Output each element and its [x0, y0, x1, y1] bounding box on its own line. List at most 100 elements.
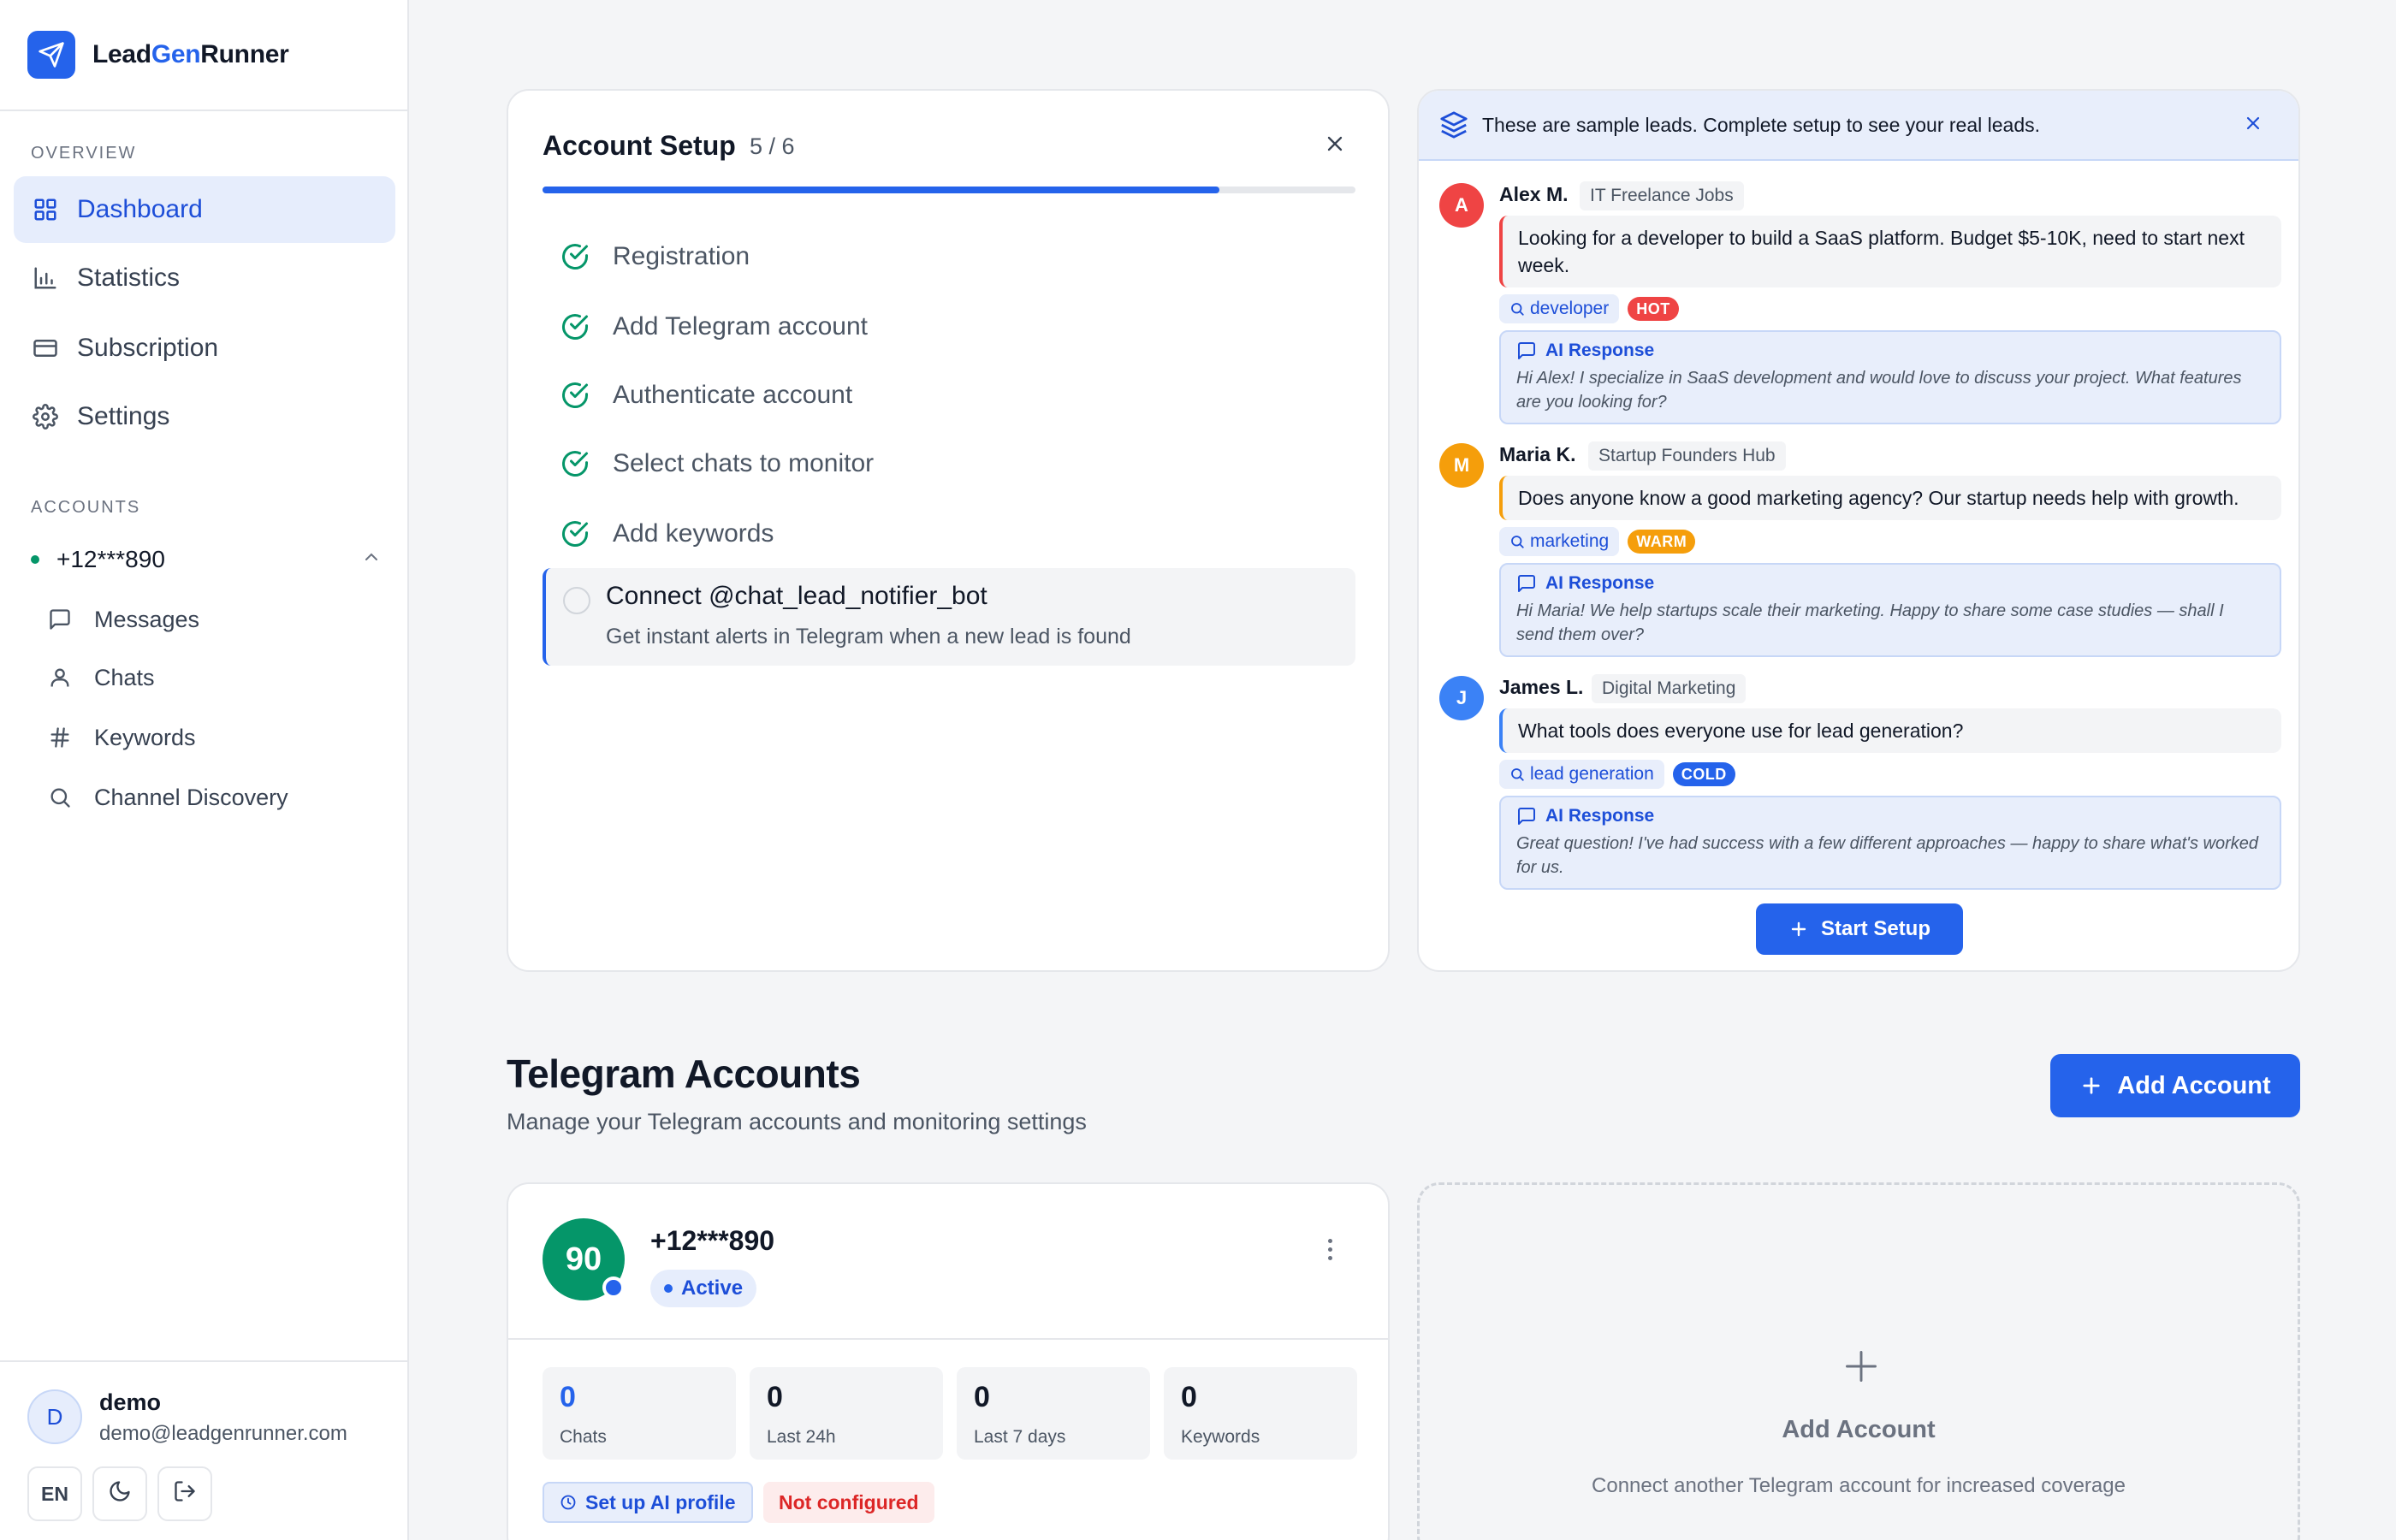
brand-name: LeadGenRunner [92, 40, 289, 68]
setup-progress-fill [543, 187, 1220, 193]
stat-chats: 0 Chats [543, 1367, 736, 1460]
setup-step: Registration [560, 231, 750, 282]
start-setup-label: Start Setup [1820, 917, 1930, 940]
nav-subscription[interactable]: Subscription [14, 315, 395, 382]
lead-message: Does anyone know a good marketing agency… [1499, 476, 2281, 520]
nav-label: Dashboard [77, 195, 203, 223]
ai-response-label: AI Response [1545, 341, 1655, 360]
credit-card-icon [31, 334, 60, 363]
theme-toggle-button[interactable] [92, 1466, 147, 1521]
setup-step-active[interactable]: Connect @chat_lead_notifier_bot Get inst… [543, 568, 1355, 666]
send-icon [27, 31, 75, 79]
status-dot [602, 1276, 625, 1299]
keyword-tag: developer [1499, 294, 1620, 323]
stat-label: Last 7 days [974, 1427, 1066, 1447]
avatar[interactable]: D [27, 1389, 82, 1444]
layers-icon [1440, 111, 1468, 139]
nav-statistics[interactable]: Statistics [14, 245, 395, 311]
close-banner-button[interactable] [2240, 113, 2266, 139]
start-setup-button[interactable]: Start Setup [1756, 903, 1963, 955]
ai-response-text: Hi Maria! We help startups scale their m… [1516, 601, 2224, 644]
section-title: Telegram Accounts [507, 1051, 861, 1096]
check-circle-icon [562, 244, 588, 270]
user-email: demo@leadgenrunner.com [99, 1422, 347, 1445]
telegram-account-card: 90 +12***890 Active 0 Chats 0 Last 24h 0… [507, 1182, 1390, 1540]
message-icon [46, 606, 74, 633]
ai-response: AI Response Hi Alex! I specialize in Saa… [1499, 330, 2281, 424]
ai-response-label: AI Response [1545, 573, 1655, 593]
sidebar-item-label: Chats [94, 664, 155, 690]
stat-label: Chats [560, 1427, 607, 1447]
setup-title: Account Setup [543, 130, 736, 161]
status-dot [664, 1284, 673, 1293]
keyword-tag: lead generation [1499, 760, 1664, 789]
search-icon [1511, 536, 1524, 548]
avatar: A [1439, 183, 1484, 228]
empty-circle-icon [563, 587, 590, 614]
setup-count: 5 / 6 [750, 133, 795, 159]
nav-settings[interactable]: Settings [14, 383, 395, 450]
lead-name: James L. [1499, 676, 1584, 698]
temperature-badge: COLD [1672, 762, 1735, 786]
lead-channel: Startup Founders Hub [1588, 441, 1786, 471]
check-circle-icon [562, 314, 588, 340]
gear-icon [31, 402, 60, 431]
stat-value: 0 [974, 1381, 990, 1413]
check-circle-icon [562, 451, 588, 477]
add-account-button[interactable]: Add Account [2050, 1054, 2300, 1117]
stat-last-7-days: 0 Last 7 days [957, 1367, 1150, 1460]
sidebar-item-messages[interactable]: Messages [46, 595, 199, 643]
brand[interactable]: LeadGenRunner [0, 0, 407, 111]
more-menu-icon[interactable] [1321, 1232, 1338, 1266]
ai-response: AI Response Hi Maria! We help startups s… [1499, 563, 2281, 657]
sidebar-account-phone: +12***890 [56, 546, 165, 572]
accounts-label: ACCOUNTS [31, 498, 141, 517]
nav-dashboard[interactable]: Dashboard [14, 176, 395, 243]
nav-label: Subscription [77, 334, 219, 362]
setup-progress [543, 187, 1355, 193]
clock-icon [560, 1495, 576, 1510]
close-setup-button[interactable] [1321, 132, 1349, 159]
keyword-text: developer [1530, 299, 1610, 318]
setup-step: Authenticate account [560, 370, 852, 421]
avatar: J [1439, 676, 1484, 720]
ai-profile-status-badge: Not configured [763, 1482, 934, 1523]
logout-icon [173, 1479, 197, 1508]
add-account-card[interactable]: Add Account Connect another Telegram acc… [1417, 1182, 2300, 1540]
avatar: M [1439, 443, 1484, 488]
logout-button[interactable] [157, 1466, 212, 1521]
stat-label: Last 24h [767, 1427, 836, 1447]
online-dot [31, 555, 39, 564]
lead-tags: developer HOT [1499, 294, 1679, 323]
user-name: demo [99, 1389, 162, 1415]
plus-icon [1791, 921, 1806, 937]
lead-channel: Digital Marketing [1592, 674, 1747, 703]
setup-step: Select chats to monitor [560, 438, 874, 489]
ai-response-header: AI Response [1516, 573, 2264, 594]
lead-name: Alex M. [1499, 183, 1569, 205]
sidebar-account-toggle[interactable]: +12***890 [31, 541, 382, 578]
setup-step-label: Registration [613, 242, 750, 270]
setup-step: Add Telegram account [560, 301, 868, 352]
stat-last-24h: 0 Last 24h [750, 1367, 943, 1460]
banner-text: These are sample leads. Complete setup t… [1482, 113, 2041, 136]
sidebar-item-channel-discovery[interactable]: Channel Discovery [46, 773, 288, 821]
ai-response-text: Hi Alex! I specialize in SaaS developmen… [1516, 369, 2242, 412]
sidebar-item-keywords[interactable]: Keywords [46, 714, 196, 761]
setup-ai-profile-button[interactable]: Set up AI profile [543, 1482, 753, 1523]
stat-value: 0 [560, 1381, 576, 1413]
nav-label: Settings [77, 402, 170, 430]
close-icon [2243, 113, 2263, 139]
message-icon [1518, 342, 1535, 359]
add-account-card-title: Add Account [1782, 1416, 1936, 1443]
setup-step: Add keywords [560, 508, 774, 560]
stat-value: 0 [767, 1381, 783, 1413]
message-icon [1518, 575, 1535, 592]
sample-leads-card: These are sample leads. Complete setup t… [1417, 89, 2300, 972]
language-button[interactable]: EN [27, 1466, 82, 1521]
check-circle-icon [562, 382, 588, 408]
sidebar-item-chats[interactable]: Chats [46, 654, 155, 702]
check-circle-icon [562, 521, 588, 547]
moon-icon [108, 1479, 132, 1508]
overview-label: OVERVIEW [31, 144, 137, 163]
